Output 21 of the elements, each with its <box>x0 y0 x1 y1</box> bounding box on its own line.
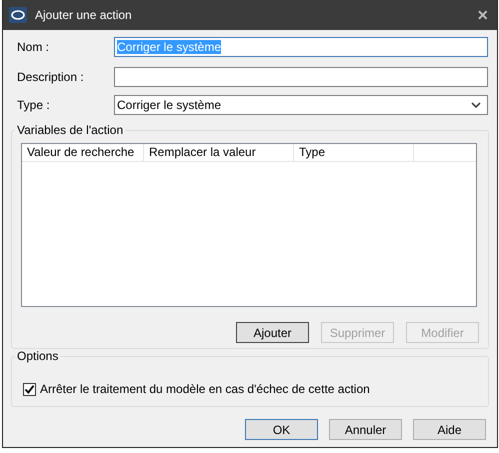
group-title: Variables de l'action <box>16 123 124 137</box>
column-header[interactable]: Remplacer la valeur <box>144 144 294 161</box>
group-title: Options <box>16 349 60 363</box>
type-dropdown[interactable]: Corriger le système <box>114 95 488 115</box>
column-header[interactable]: Valeur de recherche <box>22 144 144 161</box>
field-label: Type : <box>16 98 51 112</box>
app-icon <box>9 7 27 23</box>
column-header[interactable]: Type <box>294 144 414 161</box>
chevron-icon <box>471 102 481 108</box>
variables-list[interactable]: Valeur de recherche Remplacer la valeur Type <box>21 143 477 307</box>
input-field[interactable] <box>114 67 488 87</box>
dialog-button[interactable]: Annuler <box>329 419 402 440</box>
field-label: Description : <box>16 70 85 84</box>
checkbox-label: Arrêter le traitement du modèle en cas d'échec de cette action <box>40 382 370 396</box>
field-label: Nom : <box>16 40 50 54</box>
dialog-button[interactable]: OK <box>245 419 318 440</box>
action-button[interactable]: Ajouter <box>236 322 309 343</box>
dialog-button[interactable]: Aide <box>413 419 486 440</box>
close-button[interactable]: × <box>474 6 491 24</box>
window-title: Ajouter une action <box>35 8 133 22</box>
checkbox[interactable] <box>23 382 36 396</box>
